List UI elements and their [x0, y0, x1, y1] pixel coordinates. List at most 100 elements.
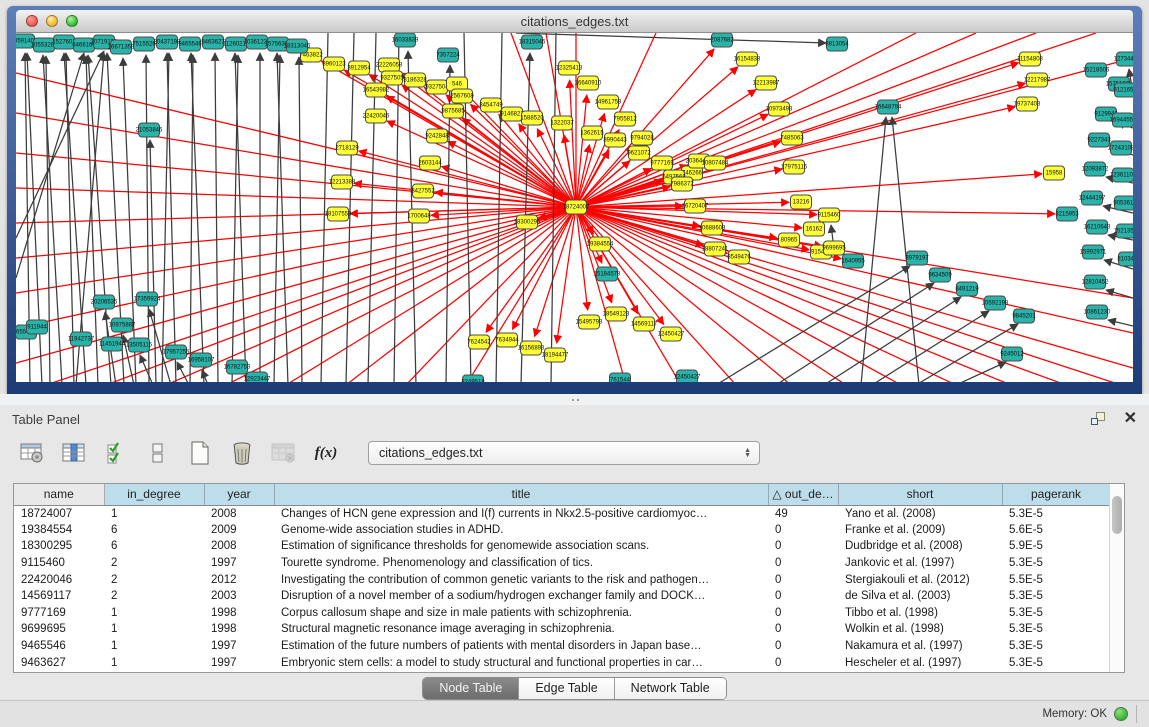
graph-node[interactable]: 15958 [1044, 166, 1065, 180]
graph-node[interactable]: 11154808 [1017, 52, 1043, 66]
close-window-icon[interactable] [26, 15, 38, 27]
graph-node[interactable]: 9463627 [201, 35, 225, 49]
graph-node[interactable]: 18549123 [603, 307, 630, 321]
table-row[interactable]: 1456911722003Disruption of a novel membe… [14, 588, 1109, 605]
graph-node[interactable]: 1700648 [407, 209, 431, 223]
graph-node[interactable]: 7634944 [495, 333, 519, 347]
graph-node[interactable]: 9465546 [178, 37, 202, 51]
graph-node[interactable]: 8491219 [955, 282, 979, 296]
graph-node[interactable]: 10861230 [1084, 305, 1111, 319]
graph-node[interactable]: 80965 [779, 233, 800, 247]
graph-node[interactable]: 9115460 [818, 208, 842, 222]
graph-node[interactable]: 16543982 [363, 83, 390, 97]
graph-node[interactable]: 10592198 [982, 296, 1009, 310]
column-header-title[interactable]: title [274, 484, 768, 505]
graph-node[interactable]: 18107553 [325, 207, 352, 221]
graph-node[interactable]: 8990443 [603, 133, 627, 147]
tab-network-table[interactable]: Network Table [614, 678, 726, 699]
graph-node[interactable]: 13505115 [126, 338, 153, 352]
window-titlebar[interactable]: citations_edges.txt [16, 10, 1133, 33]
memory-status-dot[interactable] [1114, 707, 1128, 721]
graph-node[interactable]: 8454749 [479, 98, 503, 112]
graph-node[interactable]: 8979197 [905, 251, 929, 265]
graph-node[interactable]: 7485063 [780, 131, 804, 145]
show-columns-icon[interactable] [60, 439, 88, 467]
graph-node[interactable]: 16162 [804, 222, 825, 236]
graph-node[interactable]: 17975115 [781, 160, 808, 174]
graph-node[interactable]: 18194477 [542, 348, 569, 362]
graph-node[interactable]: 19384554 [587, 237, 614, 251]
graph-node[interactable]: 1362615 [580, 126, 604, 140]
table-scrollbar-thumb[interactable] [1112, 496, 1122, 534]
graph-node[interactable]: 13216 [791, 195, 812, 209]
pane-splitter[interactable] [0, 394, 1149, 405]
graph-node[interactable]: 9242848 [425, 129, 449, 143]
graph-node[interactable]: 16944557 [1110, 113, 1133, 127]
graph-node[interactable]: 911944 [27, 320, 48, 334]
table-row[interactable]: 1830029562008Estimation of significance … [14, 538, 1109, 555]
table-row[interactable]: 2242004622012Investigating the contribut… [14, 571, 1109, 588]
function-icon[interactable]: f(x) [312, 439, 340, 467]
graph-node[interactable]: 16782753 [224, 360, 251, 374]
graph-node[interactable]: 22226058 [376, 58, 403, 72]
graph-node[interactable]: 12325413 [556, 61, 583, 75]
graph-node[interactable]: 7986372 [670, 177, 694, 191]
graph-node[interactable]: 2087682 [710, 33, 734, 47]
graph-node[interactable]: 20206535 [91, 295, 118, 309]
graph-node[interactable]: 8427552 [411, 184, 435, 198]
graph-node[interactable]: 10973493 [766, 102, 793, 116]
graph-node[interactable]: 14961758 [595, 95, 622, 109]
graph-node[interactable]: 17243108 [1108, 141, 1133, 155]
graph-node[interactable]: 16154838 [734, 52, 761, 66]
graph-node[interactable]: 12450427 [674, 370, 701, 382]
column-header-year[interactable]: year [204, 484, 274, 505]
graph-node[interactable]: 3215953 [1055, 207, 1079, 221]
graph-node[interactable]: 8549476 [727, 250, 751, 264]
graph-node[interactable]: 15495793 [576, 315, 603, 329]
graph-node[interactable]: 16210643 [1084, 220, 1111, 234]
graph-node[interactable]: 8813054 [825, 37, 849, 51]
graph-node[interactable]: 7624542 [467, 335, 491, 349]
graph-node[interactable]: 9634509 [928, 268, 952, 282]
graph-node[interactable]: 15213590 [1114, 224, 1133, 238]
graph-node[interactable]: 12450427 [658, 327, 685, 341]
graph-node[interactable]: 17359924 [134, 292, 161, 306]
table-row[interactable]: 946554611997Estimation of the future num… [14, 638, 1109, 655]
graph-node[interactable]: 1322037 [550, 116, 574, 130]
table-row[interactable]: 946362711997Embryonic stem cells: a mode… [14, 654, 1109, 671]
row-height-icon[interactable] [144, 439, 172, 467]
graph-node[interactable]: 7955812 [613, 112, 637, 126]
graph-node[interactable]: 9245012 [1000, 347, 1024, 361]
graph-node[interactable]: 14569117 [631, 317, 658, 331]
graph-node[interactable]: 10807484 [702, 156, 729, 170]
graph-node[interactable]: 22420046 [363, 109, 390, 123]
graph-node[interactable]: 21053846 [136, 123, 163, 137]
close-panel-icon[interactable]: ✕ [1124, 411, 1137, 427]
graph-node[interactable]: 18807241 [702, 242, 729, 256]
graph-node[interactable]: 12361104 [1110, 168, 1133, 182]
graph-node[interactable]: 9777169 [650, 156, 674, 170]
graph-node[interactable]: 16958107 [188, 353, 215, 367]
column-check-icon[interactable] [102, 439, 130, 467]
graph-node[interactable]: 18300295 [514, 215, 541, 229]
table-row[interactable]: 1872400712008Changes of HCN gene express… [14, 505, 1109, 522]
graph-node[interactable]: 16640910 [575, 76, 602, 90]
column-header-in_degree[interactable]: in_degree [104, 484, 204, 505]
graph-node[interactable]: 2567608 [450, 89, 474, 103]
graph-node[interactable]: 19737403 [1014, 97, 1041, 111]
graph-node[interactable]: 12923447 [244, 372, 271, 382]
minimize-window-icon[interactable] [46, 15, 58, 27]
graph-node[interactable]: 10975887 [109, 318, 136, 332]
table-row[interactable]: 977716911998Corpus callosum shape and si… [14, 605, 1109, 622]
graph-node[interactable]: 9699695 [822, 241, 846, 255]
column-header-name[interactable]: name [14, 484, 104, 505]
graph-node[interactable]: 9845201 [1012, 309, 1036, 323]
graph-node[interactable]: 8103418 [1117, 252, 1133, 266]
table-scrollbar[interactable] [1109, 484, 1124, 672]
tab-edge-table[interactable]: Edge Table [518, 678, 613, 699]
zoom-window-icon[interactable] [66, 15, 78, 27]
graph-node[interactable]: 12213388 [329, 175, 356, 189]
graph-node[interactable]: 8960123 [322, 57, 346, 71]
graph-node[interactable]: 9621072 [627, 146, 651, 160]
graph-node[interactable]: 16648794 [875, 100, 902, 114]
